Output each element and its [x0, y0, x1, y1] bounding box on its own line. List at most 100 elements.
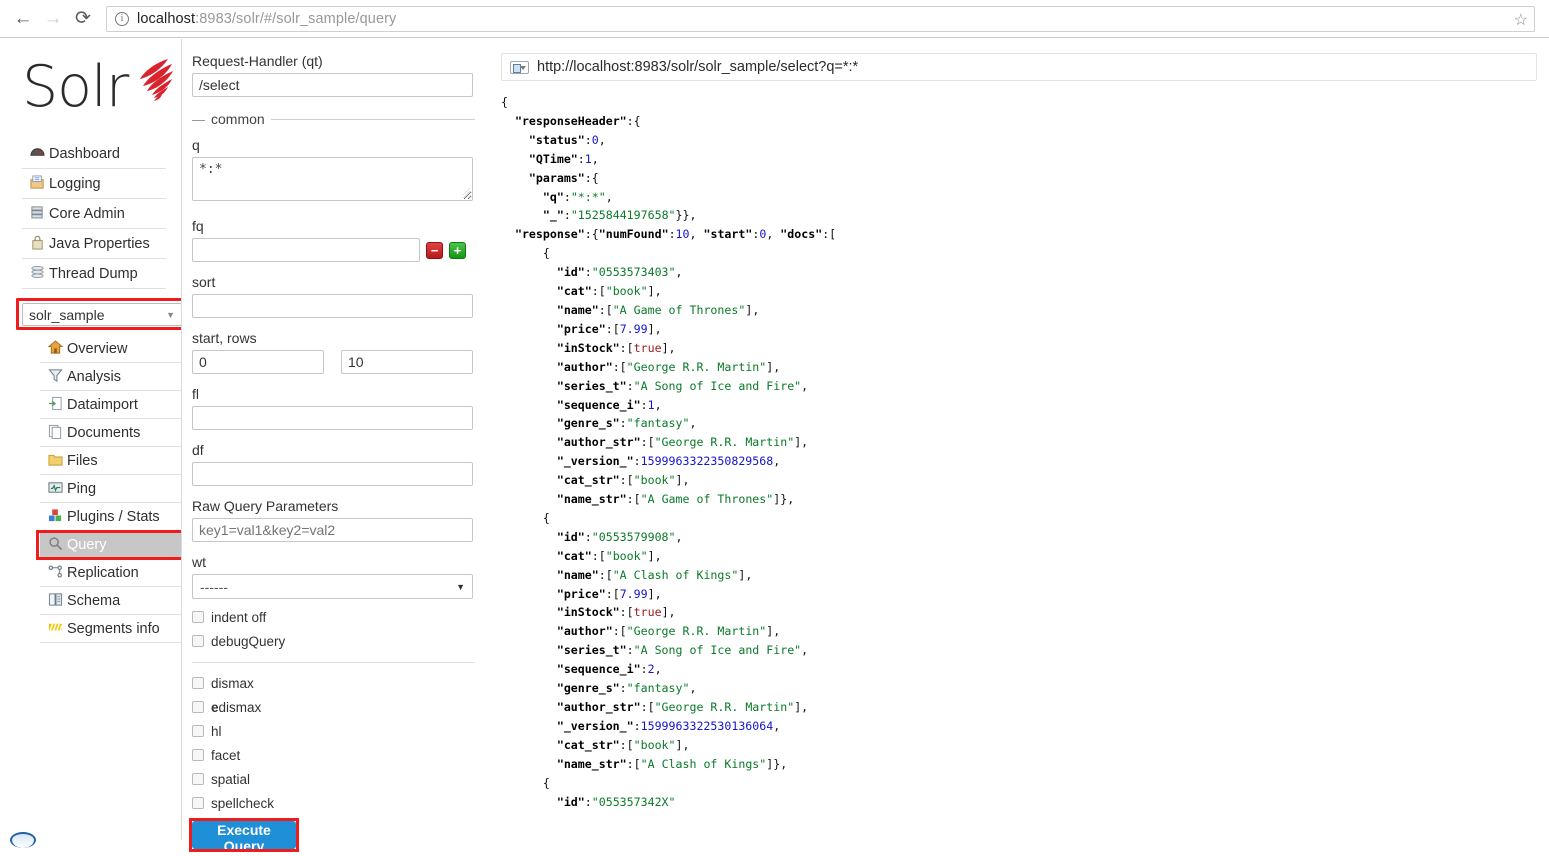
checkbox-row-edismax[interactable]: edismax — [192, 695, 472, 719]
star-icon[interactable]: ☆ — [1514, 10, 1528, 30]
sidebar-item-label: Replication — [67, 564, 139, 581]
sidebar-item-label: Dashboard — [49, 145, 120, 162]
checkbox-row-spellcheck[interactable]: spellcheck — [192, 791, 472, 815]
home-icon — [43, 340, 67, 357]
sidebar-item-logging[interactable]: Logging — [22, 169, 166, 199]
fl-input[interactable] — [192, 406, 473, 430]
sidebar-item-label: Analysis — [67, 368, 121, 385]
checkbox-label: edismax — [211, 699, 262, 715]
browser-address-bar[interactable]: i localhost:8983/solr/#/solr_sample/quer… — [106, 5, 1535, 32]
java-properties-icon — [25, 235, 49, 252]
plugins-blocks-icon — [43, 508, 67, 525]
arrow-left-icon[interactable]: ← — [8, 4, 38, 34]
checkbox-hl[interactable] — [192, 725, 204, 737]
magnifier-icon — [43, 536, 67, 553]
sidebar-item-label: Plugins / Stats — [67, 508, 160, 525]
book-icon — [43, 592, 67, 609]
rows-input[interactable] — [341, 350, 473, 374]
checkbox-debugquery[interactable] — [192, 635, 204, 647]
sidebar-item-segments-info[interactable]: Segments info — [40, 615, 184, 643]
thread-dump-layers-icon — [25, 265, 49, 282]
df-input[interactable] — [192, 462, 473, 486]
sidebar-item-analysis[interactable]: Analysis — [40, 363, 184, 391]
documents-icon — [43, 424, 67, 441]
json-response-output: { "responseHeader":{ "status":0, "QTime"… — [501, 95, 837, 809]
wt-label: wt — [192, 554, 206, 570]
sidebar-item-label: Dataimport — [67, 396, 138, 413]
fq-row: − + — [192, 238, 472, 262]
checkbox-facet[interactable] — [192, 749, 204, 761]
solr-logo[interactable]: Solr — [22, 54, 173, 127]
arrow-right-icon: → — [43, 8, 63, 29]
wt-select[interactable]: ------ ▼ — [192, 574, 473, 599]
sidebar-item-label: Segments info — [67, 620, 160, 637]
sidebar-item-files[interactable]: Files — [40, 447, 184, 475]
sidebar-item-query[interactable]: Query — [40, 531, 184, 559]
collapse-dash-icon[interactable]: — — [192, 112, 205, 127]
dataimport-icon — [43, 396, 67, 413]
browser-url-text: localhost:8983/solr/#/solr_sample/query — [137, 11, 396, 27]
request-handler-label: Request-Handler (qt) — [192, 53, 323, 69]
checkbox-spatial[interactable] — [192, 773, 204, 785]
result-url-bar[interactable]: http://localhost:8983/solr/solr_sample/s… — [501, 53, 1537, 81]
core-admin-stack-icon — [25, 205, 49, 222]
checkbox-label: indent off — [211, 609, 267, 625]
request-handler-input[interactable] — [192, 73, 473, 97]
sidebar-item-replication[interactable]: Replication — [40, 559, 184, 587]
checkbox-dismax[interactable] — [192, 677, 204, 689]
fq-add-button[interactable]: + — [449, 241, 466, 259]
checkbox-row-debugquery[interactable]: debugQuery — [192, 629, 472, 653]
raw-query-parameters-input[interactable] — [192, 518, 473, 542]
checkbox-indent-off[interactable] — [192, 611, 204, 623]
checkbox-group-primary: indent off debugQuery — [192, 605, 472, 653]
sidebar-item-core-admin[interactable]: Core Admin — [22, 199, 166, 229]
sidebar-item-label: Files — [67, 452, 98, 469]
fl-label: fl — [192, 386, 199, 402]
sidebar-item-thread-dump[interactable]: Thread Dump — [22, 259, 166, 289]
solr-swoosh-icon — [140, 59, 173, 101]
result-url-text: http://localhost:8983/solr/solr_sample/s… — [537, 59, 859, 75]
checkbox-edismax[interactable] — [192, 701, 204, 713]
checkbox-row-dismax[interactable]: dismax — [192, 671, 472, 695]
fq-remove-button[interactable]: − — [426, 241, 443, 259]
sidebar-item-dataimport[interactable]: Dataimport — [40, 391, 184, 419]
sidebar-item-plugins-stats[interactable]: Plugins / Stats — [40, 503, 184, 531]
sidebar-item-dashboard[interactable]: Dashboard — [22, 139, 166, 169]
checkbox-row-indent-off[interactable]: indent off — [192, 605, 472, 629]
page-bottom-decoration — [10, 832, 36, 848]
info-icon[interactable]: i — [115, 11, 129, 26]
sidebar-item-label: Core Admin — [49, 205, 125, 222]
sidebar-item-documents[interactable]: Documents — [40, 419, 184, 447]
core-nav: Overview Analysis Dataimport Documents Files… — [36, 335, 186, 643]
fq-input[interactable] — [192, 238, 420, 262]
sidebar-item-label: Schema — [67, 592, 121, 609]
start-rows-row — [192, 350, 473, 374]
sidebar-item-java-properties[interactable]: Java Properties — [22, 229, 166, 259]
reload-icon[interactable]: ⟳ — [68, 4, 98, 34]
sidebar-item-schema[interactable]: Schema — [40, 587, 184, 615]
q-label: q — [192, 137, 200, 153]
checkbox-divider — [192, 662, 475, 663]
checkbox-label: facet — [211, 747, 241, 763]
sort-input[interactable] — [192, 294, 473, 318]
core-selector[interactable]: solr_sample ▼ — [22, 303, 182, 326]
sidebar-item-label: Documents — [67, 424, 141, 441]
start-input[interactable] — [192, 350, 324, 374]
checkbox-row-spatial[interactable]: spatial — [192, 767, 472, 791]
execute-query-button[interactable]: Execute Query — [192, 821, 296, 854]
chevron-down-icon: ▼ — [166, 309, 175, 320]
checkbox-label: spellcheck — [211, 795, 275, 811]
funnel-icon — [43, 368, 67, 385]
start-rows-label: start, rows — [192, 330, 257, 346]
execute-query-wrap: Execute Query — [189, 818, 302, 856]
q-textarea[interactable]: *:* — [192, 157, 473, 201]
fq-label: fq — [192, 218, 204, 234]
browser-toolbar: ← → ⟳ i localhost:8983/solr/#/solr_sampl… — [0, 0, 1549, 38]
checkbox-row-hl[interactable]: hl — [192, 719, 472, 743]
checkbox-spellcheck[interactable] — [192, 797, 204, 809]
sidebar-item-ping[interactable]: Ping — [40, 475, 184, 503]
checkbox-row-facet[interactable]: facet — [192, 743, 472, 767]
sidebar-item-label: Java Properties — [49, 235, 150, 252]
sidebar-item-overview[interactable]: Overview — [40, 335, 184, 363]
core-selector-wrap: solr_sample ▼ — [16, 298, 184, 330]
